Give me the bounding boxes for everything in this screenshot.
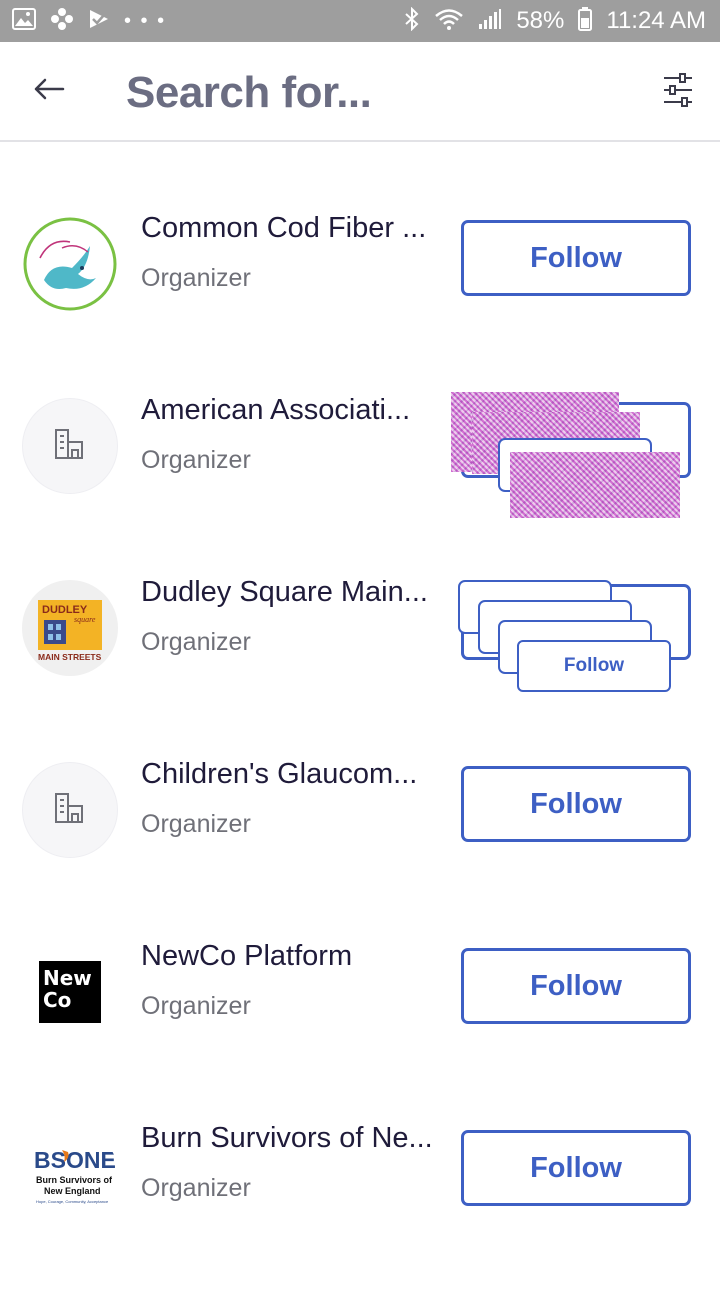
- list-item[interactable]: BSONE Burn Survivors of New England Hope…: [0, 1110, 720, 1292]
- follow-button[interactable]: Follow: [461, 220, 691, 296]
- more-notifications-icon: • • •: [124, 9, 167, 32]
- organizer-type: Organizer: [141, 628, 251, 656]
- organizer-type: Organizer: [141, 264, 251, 292]
- list-item[interactable]: DUDLEY square MAIN STREETS Dudley Square…: [0, 564, 720, 746]
- pinwheel-icon: [50, 7, 74, 36]
- list-item[interactable]: Children's Glaucom... Organizer Follow: [0, 746, 720, 928]
- follow-button[interactable]: Follow: [461, 948, 691, 1024]
- follow-button[interactable]: Follow: [461, 1130, 691, 1206]
- bluetooth-icon: [404, 6, 420, 36]
- organizer-logo: New Co: [22, 944, 118, 1040]
- organizer-logo: [22, 216, 118, 312]
- organizer-logo: BSONE Burn Survivors of New England Hope…: [22, 1126, 118, 1222]
- organizer-logo: [22, 398, 118, 494]
- organizer-name: Dudley Square Main...: [141, 576, 428, 608]
- logo-text: Co: [43, 988, 72, 1012]
- flag-check-icon: [88, 8, 110, 35]
- organizer-type: Organizer: [141, 1174, 251, 1202]
- back-button[interactable]: [24, 66, 74, 116]
- logo-text: New England: [44, 1186, 101, 1196]
- list-item[interactable]: New Co NewCo Platform Organizer Follow: [0, 928, 720, 1110]
- list-item[interactable]: American Associati... Organizer: [0, 382, 720, 564]
- status-bar: • • • 58% 11:24 AM: [0, 0, 720, 42]
- logo-text: New: [43, 966, 92, 990]
- logo-text: Burn Survivors of: [36, 1175, 113, 1185]
- organizer-logo: DUDLEY square MAIN STREETS: [22, 580, 118, 676]
- gallery-icon: [12, 7, 36, 35]
- building-icon: [52, 790, 88, 831]
- page-title: Search for...: [126, 68, 372, 117]
- status-time: 11:24 AM: [606, 7, 706, 34]
- wifi-icon: [434, 7, 464, 36]
- organizer-type: Organizer: [141, 992, 251, 1020]
- organizer-name: NewCo Platform: [141, 940, 353, 972]
- organizer-name: American Associati...: [141, 394, 411, 426]
- filter-sliders-icon: [662, 72, 694, 112]
- organizer-name: Common Cod Fiber ...: [141, 212, 427, 244]
- logo-text: MAIN STREETS: [38, 652, 102, 662]
- render-artifact: [510, 452, 680, 518]
- organizer-name: Burn Survivors of Ne...: [141, 1122, 433, 1154]
- status-bar-right: 58% 11:24 AM: [404, 6, 706, 36]
- app-bar: Search for...: [0, 42, 720, 142]
- organizer-name: Children's Glaucom...: [141, 758, 418, 790]
- status-bar-left: • • •: [12, 7, 166, 36]
- battery-icon: [578, 6, 593, 36]
- filter-button[interactable]: [656, 70, 700, 114]
- follow-button[interactable]: Follow: [461, 766, 691, 842]
- back-arrow-icon: [33, 77, 65, 106]
- logo-text: BSONE: [34, 1147, 116, 1173]
- logo-text: Hope, Courage, Community, Acceptance: [36, 1199, 109, 1204]
- organizer-type: Organizer: [141, 810, 251, 838]
- signal-icon: [478, 8, 502, 35]
- building-icon: [52, 426, 88, 467]
- newco-logo: New Co: [39, 961, 101, 1023]
- organizer-type: Organizer: [141, 446, 251, 474]
- list-item[interactable]: Common Cod Fiber ... Organizer Follow: [0, 200, 720, 382]
- follow-button[interactable]: Follow: [517, 640, 671, 692]
- battery-percent: 58%: [516, 7, 565, 34]
- organizer-logo: [22, 762, 118, 858]
- logo-text: square: [74, 615, 96, 624]
